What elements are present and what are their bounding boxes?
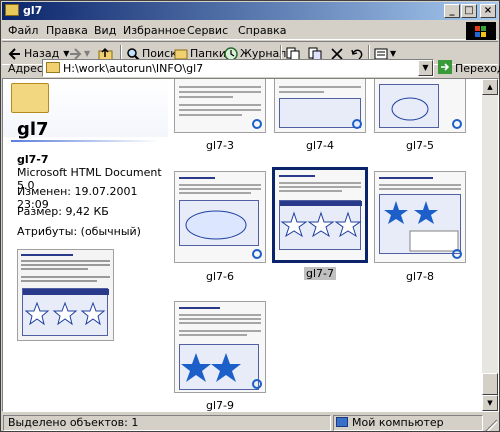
scroll-up-icon[interactable]: ▲ [482,79,498,95]
ie-logo-icon [252,249,262,259]
address-dropdown-icon[interactable]: ▼ [418,60,433,76]
resize-grip[interactable] [485,419,497,431]
thumbnail-label[interactable]: gl7-6 [174,270,266,283]
file-preview [17,249,114,341]
menu-help[interactable]: Справка [238,24,286,37]
address-input[interactable]: H:\work\autorun\INFO\gl7 ▼ [42,59,434,77]
thumbnail[interactable] [374,171,466,263]
banner-divider [11,140,159,142]
file-size: Размер: 9,42 КБ [17,205,109,218]
go-arrow-icon [438,59,452,77]
thumbnail-label[interactable]: gl7-4 [274,139,366,152]
thumbnail-selected[interactable] [272,167,368,263]
preview-window-image [22,288,109,336]
go-button[interactable]: Переход [438,59,500,77]
thumbnail[interactable] [274,79,366,133]
ie-logo-icon [252,379,262,389]
close-button[interactable]: × [480,4,496,18]
ie-logo-icon [452,249,462,259]
menu-tools[interactable]: Сервис [187,24,228,37]
explorer-window: gl7 _ □ × Файл Правка Вид Избранное Серв… [0,0,500,432]
thumbnail-label[interactable]: gl7-3 [174,139,266,152]
folder-icon [46,62,60,73]
status-bar: Выделено объектов: 1 Мой компьютер [2,414,498,432]
thumbnail-label[interactable]: gl7-9 [174,399,266,411]
thumbnail-view: gl7-3 gl7-4 gl7-5 gl7-6 gl7-7 gl7-8 gl7-… [168,79,483,411]
folder-icon [5,4,19,16]
status-location: Мой компьютер [333,415,483,431]
go-label: Переход [455,61,500,75]
address-bar: Адрес H:\work\autorun\INFO\gl7 ▼ Переход [2,58,500,78]
status-selected: Выделено объектов: 1 [3,415,331,431]
scroll-down-icon[interactable]: ▼ [482,395,498,411]
menu-bar: Файл Правка Вид Избранное Сервис Справка [2,21,498,40]
thumbnail[interactable] [174,79,266,133]
scrollbar-thumb[interactable] [482,373,498,395]
ie-logo-icon [452,119,462,129]
content-area: gl7 gl7-7 Microsoft HTML Document 5.0 Из… [2,78,499,412]
folder-icon [11,83,49,113]
thumbnail[interactable] [174,171,266,263]
menu-view[interactable]: Вид [94,24,116,37]
ie-logo-icon [252,119,262,129]
details-pane: gl7 gl7-7 Microsoft HTML Document 5.0 Из… [3,79,168,411]
thumbnail-label[interactable]: gl7-5 [374,139,466,152]
ie-logo-icon [352,119,362,129]
title-bar[interactable]: gl7 _ □ × [2,2,498,20]
thumbnail[interactable] [374,79,466,133]
maximize-button[interactable]: □ [461,4,477,18]
thumbnail-label-selected[interactable]: gl7-7 [274,267,366,280]
folder-title: gl7 [17,119,49,140]
status-location-text: Мой компьютер [352,416,444,429]
folder-banner: gl7 [3,79,168,140]
file-attributes: Атрибуты: (обычный) [17,225,141,238]
vertical-scrollbar[interactable]: ▲ ▼ [482,79,498,411]
menu-edit[interactable]: Правка [46,24,88,37]
windows-logo-icon [466,22,496,40]
minimize-button[interactable]: _ [444,4,460,18]
file-name: gl7-7 [17,153,49,166]
thumbnail-label[interactable]: gl7-8 [374,270,466,283]
my-computer-icon [336,417,348,427]
window-title: gl7 [23,4,43,17]
menu-file[interactable]: Файл [8,24,38,37]
address-value[interactable]: H:\work\autorun\INFO\gl7 [63,62,203,75]
menu-favorites[interactable]: Избранное [123,24,185,37]
thumbnail-label-text: gl7-7 [303,267,336,280]
address-label: Адрес [8,62,43,75]
thumbnail[interactable] [174,301,266,393]
